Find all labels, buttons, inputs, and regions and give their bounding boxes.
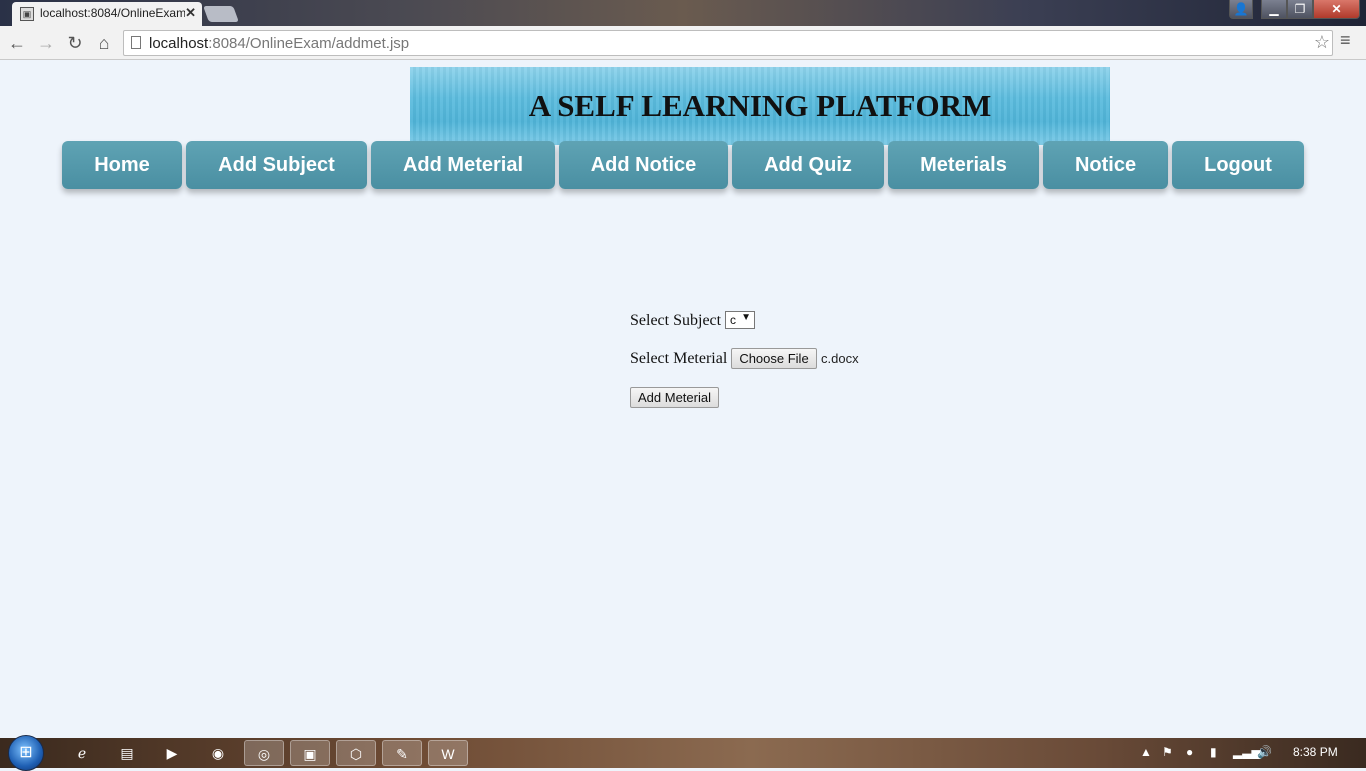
maximize-icon[interactable]: ❐ [1287, 0, 1313, 19]
chrome-icon[interactable]: ◎ [244, 740, 284, 766]
browser-tab[interactable]: ▣ localhost:8084/OnlineExam/addmet.jsp ✕ [12, 2, 202, 26]
meterial-label: Select Meterial [630, 350, 728, 367]
firefox-icon[interactable]: ◉ [198, 740, 238, 766]
page-icon [131, 36, 141, 49]
window-app-icon[interactable]: ▣ [290, 740, 330, 766]
paint-icon[interactable]: ✎ [382, 740, 422, 766]
dropdown-arrow-icon: ▼ [741, 312, 751, 323]
site-banner: A SELF LEARNING PLATFORM [410, 67, 1110, 145]
url-path: :8084/OnlineExam/addmet.jsp [208, 35, 410, 52]
subject-label: Select Subject [630, 312, 722, 329]
subject-select-value: c [730, 313, 736, 327]
url-text[interactable]: localhost:8084/OnlineExam/addmet.jsp [149, 35, 409, 52]
nav-home[interactable]: Home [62, 141, 182, 189]
back-arrow-icon[interactable]: ← [6, 32, 28, 54]
bookmark-star-icon[interactable]: ☆ [1314, 32, 1330, 53]
internet-explorer-icon[interactable]: ℯ [62, 740, 102, 766]
start-button-icon[interactable]: ⊞ [8, 735, 44, 771]
nav-meterials[interactable]: Meterials [888, 141, 1039, 189]
file-explorer-icon[interactable]: ▤ [107, 740, 147, 766]
power-icon[interactable]: ▮ [1210, 745, 1217, 759]
address-bar[interactable]: localhost:8084/OnlineExam/addmet.jsp ☆ [123, 30, 1333, 56]
page-favicon-icon: ▣ [20, 7, 34, 21]
url-host: localhost [149, 35, 209, 52]
new-tab-button[interactable] [203, 6, 239, 22]
close-window-icon[interactable]: ✕ [1313, 0, 1360, 19]
selected-file-name: c.docx [821, 351, 859, 366]
forward-arrow-icon[interactable]: → [35, 32, 57, 54]
nav-add-notice[interactable]: Add Notice [559, 141, 728, 189]
subject-select[interactable]: c ▼ [725, 311, 755, 329]
banner-title: A SELF LEARNING PLATFORM [528, 88, 992, 123]
action-center-flag-icon[interactable]: ⚑ [1162, 745, 1173, 759]
browser-titlebar: ▣ localhost:8084/OnlineExam/addmet.jsp ✕… [0, 0, 1366, 26]
taskbar-clock[interactable]: 8:38 PM [1293, 745, 1338, 759]
main-nav: Home Add Subject Add Meterial Add Notice… [0, 141, 1366, 191]
tray-expand-icon[interactable]: ▲ [1140, 745, 1152, 759]
browser-menu-icon[interactable]: ≡ [1340, 30, 1351, 51]
media-player-icon[interactable]: ▶ [152, 740, 192, 766]
user-profile-icon[interactable]: 👤 [1229, 0, 1253, 19]
volume-icon[interactable]: 🔊 [1257, 745, 1272, 759]
minimize-icon[interactable]: ▁ [1261, 0, 1287, 19]
reload-icon[interactable]: ↻ [64, 32, 86, 54]
nav-logout[interactable]: Logout [1172, 141, 1304, 189]
nav-add-meterial[interactable]: Add Meterial [371, 141, 555, 189]
nav-add-subject[interactable]: Add Subject [186, 141, 367, 189]
tab-close-icon[interactable]: ✕ [185, 5, 196, 21]
browser-toolbar: ← → ↻ ⌂ localhost:8084/OnlineExam/addmet… [0, 26, 1366, 60]
tray-app-icon[interactable]: ● [1186, 745, 1193, 759]
home-icon[interactable]: ⌂ [93, 32, 115, 54]
virtualbox-icon[interactable]: ⬡ [336, 740, 376, 766]
nav-add-quiz[interactable]: Add Quiz [732, 141, 884, 189]
nav-notice[interactable]: Notice [1043, 141, 1168, 189]
add-meterial-button[interactable]: Add Meterial [630, 387, 719, 408]
choose-file-button[interactable]: Choose File [731, 348, 817, 369]
windows-taskbar: ⊞ ℯ ▤ ▶ ◉ ◎ ▣ ⬡ ✎ W ▲ ⚑ ● ▮ ▂▃▅ 🔊 8:38 P… [0, 735, 1366, 771]
tab-title: localhost:8084/OnlineExam/addmet.jsp [40, 6, 185, 20]
word-icon[interactable]: W [428, 740, 468, 766]
